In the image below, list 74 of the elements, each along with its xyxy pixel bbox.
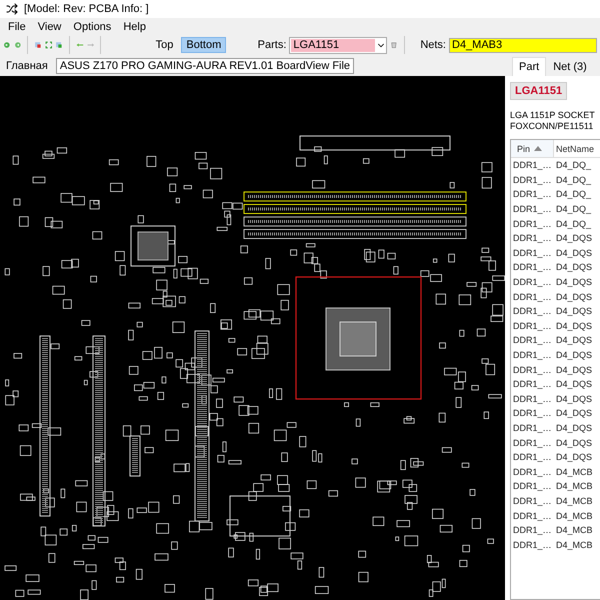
table-cell-text: D4_DQS xyxy=(555,350,592,360)
table-cell-text: DDR1_… xyxy=(512,379,553,390)
table-cell-text: DDR1_… xyxy=(512,350,553,360)
table-cell-text: D4_DQS xyxy=(555,422,592,433)
table-cell-text: DDR1_… xyxy=(512,306,553,316)
side-toggle-button[interactable]: Bottom xyxy=(181,37,226,53)
table-cell-text: DDR1_… xyxy=(512,364,553,375)
document-tab[interactable]: ASUS Z170 PRO GAMING-AURA REV1.01 BoardView File xyxy=(56,58,354,74)
table-cell-text: DDR1_… xyxy=(512,233,553,244)
table-cell-text: DDR1_… xyxy=(512,525,553,536)
table-cell-text: D4_MCB xyxy=(555,540,593,550)
window-title: [Model: Rev: PCBA Info: ] xyxy=(24,3,149,15)
table-cell-text: DDR1_… xyxy=(512,292,553,302)
table-cell-text: DDR1_… xyxy=(512,408,553,418)
parts-combo[interactable]: LGA1151 xyxy=(289,36,388,54)
part-name-label: LGA1151 xyxy=(510,82,568,100)
table-cell-text: DDR1_… xyxy=(512,394,553,404)
table-cell-text: D4_DQS xyxy=(555,335,592,346)
table-cell-text: D4_DQS xyxy=(555,292,592,302)
table-cell-text: DDR1_… xyxy=(512,540,553,550)
table-cell-text: D4_DQ_ xyxy=(555,218,592,229)
table-cell-text: DDR1_… xyxy=(512,160,553,170)
table-cell-text: DDR1_… xyxy=(512,174,553,185)
table-cell-text: DDR1_… xyxy=(512,204,553,214)
side-toggle-button[interactable]: Top xyxy=(150,37,178,53)
document-tab[interactable]: Главная xyxy=(2,58,52,74)
app-logo-icon xyxy=(6,3,18,15)
sort-up-icon xyxy=(534,146,542,151)
table-cell-text: D4_DQS xyxy=(555,262,592,272)
table-cell-text: D4_MCB xyxy=(555,466,593,477)
table-cell-text: D4_MCB xyxy=(555,510,593,521)
table-cell-text: D4_DQ_ xyxy=(555,189,592,200)
nets-label: Nets: xyxy=(420,39,446,51)
table-cell-text: DDR1_… xyxy=(512,466,553,477)
nets-field[interactable]: D4_MAB3 xyxy=(449,38,597,52)
table-cell-text: D4_DQ_ xyxy=(555,174,592,185)
panel-tab[interactable]: Part xyxy=(512,57,546,76)
table-cell-text: DDR1_… xyxy=(512,248,553,258)
menu-item[interactable]: Options xyxy=(67,21,118,33)
table-cell-text: DDR1_… xyxy=(512,510,553,521)
table-cell-text: DDR1_… xyxy=(512,189,553,200)
table-cell-text: DDR1_… xyxy=(512,452,553,462)
table-cell-text: DDR1_… xyxy=(512,422,553,433)
table-cell-text: D4_DQS xyxy=(555,248,592,258)
table-cell-text: D4_MCB xyxy=(555,496,593,506)
table-cell-text: D4_DQS xyxy=(555,364,592,375)
menu-item[interactable]: View xyxy=(32,21,68,33)
part-description: FOXCONN/PE11511 xyxy=(510,121,594,132)
table-cell-text: D4_DQS xyxy=(555,408,592,418)
table-cell-text: D4_DQS xyxy=(555,233,592,244)
table-cell-text: D4_MCB xyxy=(555,481,593,492)
table-cell-text: D4_DQS xyxy=(555,438,592,448)
table-cell-text: D4_DQS xyxy=(555,379,592,390)
menu-item[interactable]: File xyxy=(2,21,32,33)
table-cell-text: DDR1_… xyxy=(512,335,553,346)
parts-label: Parts: xyxy=(258,39,286,51)
table-cell-text: DDR1_… xyxy=(512,320,553,331)
table-cell-text: D4_DQS xyxy=(555,394,592,404)
table-cell-text: DDR1_… xyxy=(512,218,553,229)
menu-item[interactable]: Help xyxy=(117,21,152,33)
table-cell-text: D4_DQS xyxy=(555,306,592,316)
table-cell-text: D4_DQ_ xyxy=(555,204,592,214)
table-cell-text: DDR1_… xyxy=(512,262,553,272)
table-cell-text: DDR1_… xyxy=(512,481,553,492)
table-cell-text: DDR1_… xyxy=(512,438,553,448)
table-cell-text: DDR1_… xyxy=(512,277,553,288)
table-cell-text: D4_DQ_ xyxy=(555,160,592,170)
table-cell-text: DDR1_… xyxy=(512,496,553,506)
table-cell-text: D4_MCB xyxy=(555,525,593,536)
table-cell-text: D4_DQS xyxy=(555,452,592,462)
part-description: LGA 1151P SOCKET xyxy=(510,110,596,121)
column-header[interactable]: Pin xyxy=(511,140,554,157)
table-cell-text: D4_DQS xyxy=(555,277,592,288)
table-cell-text: D4_DQS xyxy=(555,320,592,331)
